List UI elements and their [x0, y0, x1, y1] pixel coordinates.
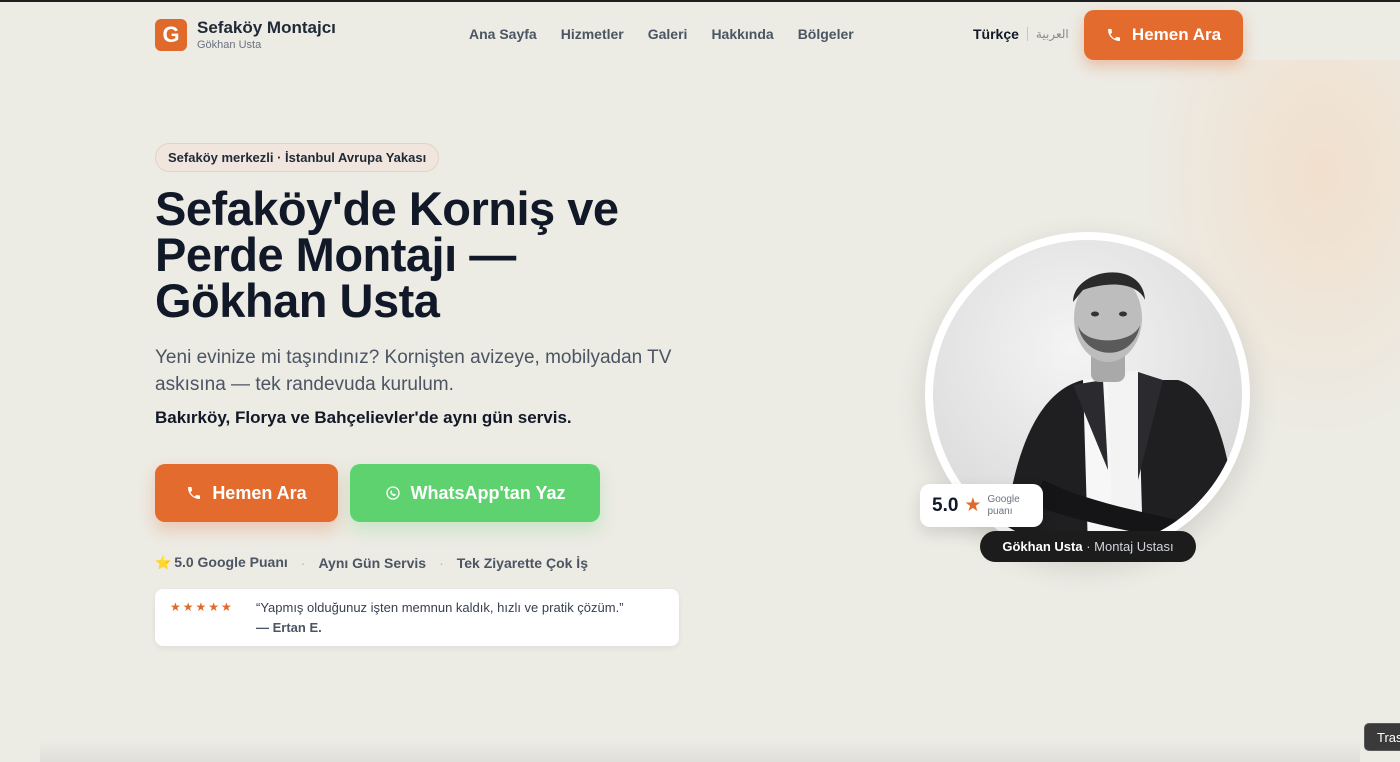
nav-item-home[interactable]: Ana Sayfa: [469, 26, 537, 42]
call-now-label: Hemen Ara: [212, 482, 307, 503]
phone-icon: [1107, 29, 1120, 41]
feature-same-day: Aynı Gün Servis: [318, 554, 427, 571]
feature-divider: ·: [439, 554, 444, 571]
phone-icon: [188, 487, 201, 499]
lang-divider: [1026, 27, 1028, 41]
brand-subtitle: Gökhan Usta: [197, 39, 262, 51]
section-divider-shadow: [40, 740, 1360, 762]
location-badge: Sefaköy merkezli · İstanbul Avrupa Yakas…: [155, 143, 440, 172]
rating-label: Google puanı: [987, 493, 1020, 517]
hero-title-line-3: Gökhan Usta: [155, 274, 440, 327]
star-icon: ★: [964, 495, 982, 516]
feature-rating: ⭐ 5.0 Google Puanı: [155, 554, 288, 570]
whatsapp-icon: [385, 486, 400, 500]
call-now-button[interactable]: Hemen Ara: [155, 464, 338, 522]
nav-item-gallery[interactable]: Galeri: [648, 26, 688, 42]
review-quote: “Yapmış olduğunuz işten memnun kaldık, h…: [256, 600, 624, 615]
lang-arabic[interactable]: العربية: [1036, 27, 1069, 41]
logo-icon: G: [155, 19, 187, 51]
name-pill: Gökhan Usta · Montaj Ustası: [980, 531, 1196, 562]
whatsapp-button[interactable]: WhatsApp'tan Yaz: [350, 464, 600, 522]
nav-item-regions[interactable]: Bölgeler: [798, 26, 854, 42]
header-call-label: Hemen Ara: [1131, 25, 1222, 44]
service-areas-line: Bakırköy, Florya ve Bahçelievler'de aynı…: [155, 408, 572, 427]
google-rating-card: 5.0 ★ Google puanı: [920, 484, 1043, 527]
review-author: — Ertan E.: [256, 620, 322, 635]
lang-turkish[interactable]: Türkçe: [973, 26, 1019, 42]
name-pill-role: · Montaj Ustası: [1086, 539, 1174, 554]
language-switcher: Türkçe العربية: [973, 26, 1069, 42]
nav-item-about[interactable]: Hakkında: [711, 26, 773, 42]
whatsapp-label: WhatsApp'tan Yaz: [410, 482, 566, 503]
translate-tab[interactable]: Tras: [1364, 723, 1400, 751]
feature-list: ⭐ 5.0 Google Puanı · Aynı Gün Servis · Te…: [155, 554, 588, 571]
feature-multi-task: Tek Ziyarette Çok İş: [456, 554, 588, 571]
brand[interactable]: G Sefaköy Montajcı Gökhan Usta: [155, 18, 336, 52]
review-stars: ★★★★★: [170, 600, 234, 614]
feature-divider: ·: [300, 554, 306, 571]
site-header: G Sefaköy Montajcı Gökhan Usta Ana Sayfa…: [0, 0, 1400, 66]
nav-item-services[interactable]: Hizmetler: [561, 26, 624, 42]
star-icon: ⭐: [155, 555, 172, 570]
hero-title: Sefaköy'de Korniş ve Perde Montajı — Gök…: [155, 185, 775, 327]
hero-subtitle: Yeni evinize mi taşındınız? Kornişten av…: [155, 347, 672, 395]
header-call-button[interactable]: Hemen Ara: [1084, 10, 1243, 60]
rating-score: 5.0: [932, 494, 959, 516]
name-pill-name: Gökhan Usta: [1002, 539, 1083, 554]
brand-name: Sefaköy Montajcı: [197, 18, 336, 37]
main-nav: Ana Sayfa Hizmetler Galeri Hakkında Bölg…: [469, 26, 854, 42]
review-card: ★★★★★ “Yapmış olduğunuz işten memnun kal…: [155, 589, 679, 646]
